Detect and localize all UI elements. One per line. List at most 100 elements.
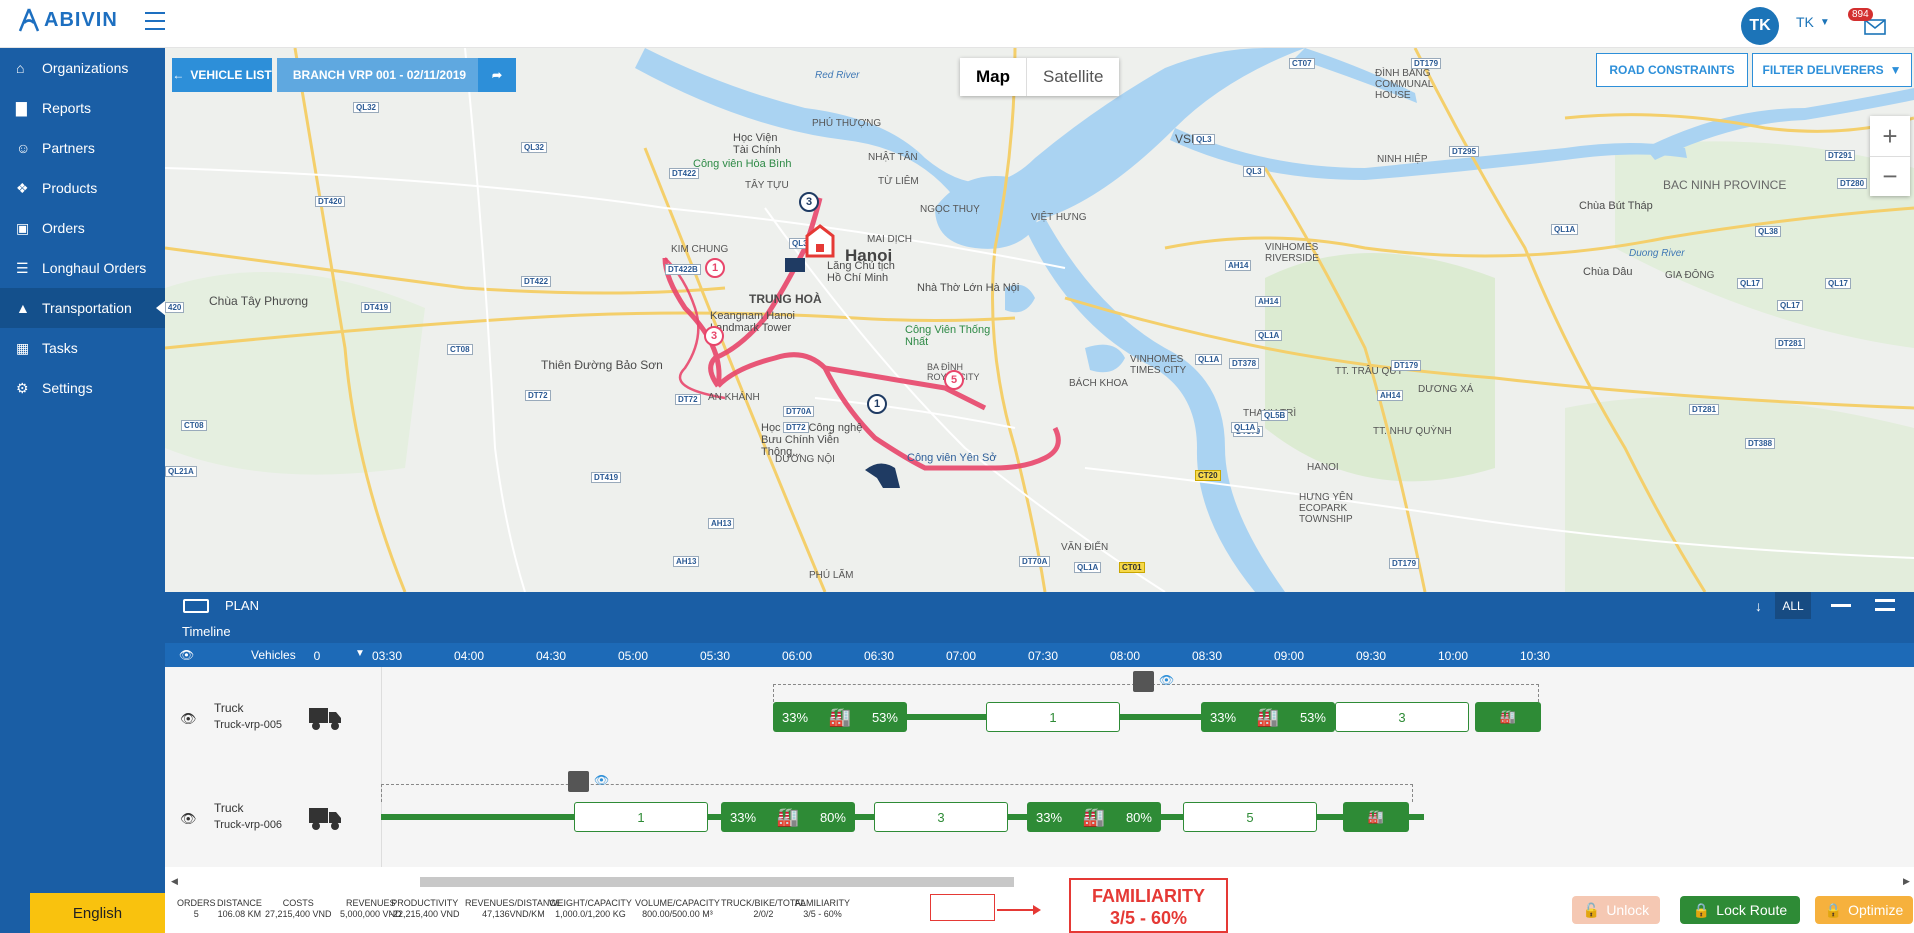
arrow-left-icon: ← <box>172 68 185 82</box>
eye-icon[interactable]: 👁 <box>179 648 194 662</box>
scrollbar-thumb[interactable] <box>420 877 1014 887</box>
sidebar-item-orders[interactable]: ▣ Orders <box>0 208 165 248</box>
return-depot-segment[interactable]: 🏭 <box>1343 802 1409 832</box>
stat-value: -22,215,400 VND <box>390 909 460 919</box>
sidebar-item-label: Products <box>42 180 98 196</box>
timeline-tick: 05:00 <box>617 649 649 663</box>
stat-label: REVENUES/DISTANCE <box>465 898 562 908</box>
vehicle-type: Truck <box>214 701 244 715</box>
delivery-stop-segment[interactable]: 3 <box>874 802 1008 832</box>
warehouse-icon: 🏭 <box>828 706 852 727</box>
load-end: 80% <box>819 809 846 825</box>
vehicle-name: Truck-vrp-005 <box>214 719 283 731</box>
horizontal-scrollbar[interactable]: ◀ ▶ <box>165 876 1914 888</box>
chevron-down-icon: ▼ <box>1819 16 1830 28</box>
scroll-left-icon[interactable]: ◀ <box>171 876 178 887</box>
return-depot-segment[interactable]: 🏭 <box>1475 702 1541 732</box>
eye-icon[interactable]: 👁 <box>180 811 197 827</box>
stat-value: 27,215,400 VND <box>265 909 332 919</box>
trip-bracket <box>381 784 1413 802</box>
branch-selector[interactable]: BRANCH VRP 001 - 02/11/2019 <box>277 58 482 92</box>
sidebar-item-reports[interactable]: ▇ Reports <box>0 88 165 128</box>
road-constraints-button[interactable]: ROAD CONSTRAINTS <box>1596 53 1748 87</box>
collapse-view-icon[interactable] <box>1831 604 1851 607</box>
sidebar-item-settings[interactable]: ⚙ Settings <box>0 368 165 408</box>
lock-route-button[interactable]: 🔒 Lock Route <box>1680 896 1800 924</box>
unlock-icon: 🔓 <box>1582 901 1601 918</box>
map-type-map[interactable]: Map <box>960 58 1026 96</box>
timeline-tick: 09:00 <box>1273 649 1305 663</box>
chart-icon: ▇ <box>16 99 27 116</box>
zoom-in-button[interactable]: + <box>1870 116 1910 156</box>
share-icon[interactable]: ➦ <box>478 58 516 92</box>
expand-view-icon[interactable] <box>1875 599 1895 611</box>
sidebar-item-transportation[interactable]: ▲ Transportation <box>0 288 166 328</box>
route-stop-marker[interactable]: 1 <box>867 394 887 414</box>
depot-load-segment[interactable]: 33% 🏭 53% <box>1201 702 1335 732</box>
sidebar-item-products[interactable]: ❖ Products <box>0 168 165 208</box>
load-start: 33% <box>1210 709 1237 725</box>
eye-icon[interactable]: 👁 <box>1159 673 1174 687</box>
delivery-stop-segment[interactable]: 1 <box>986 702 1120 732</box>
vehicles-label: Vehicles <box>251 648 296 662</box>
scroll-right-icon[interactable]: ▶ <box>1903 876 1910 887</box>
load-end: 53% <box>1299 709 1326 725</box>
load-end: 80% <box>1125 809 1152 825</box>
stat-costs: COSTS 27,215,400 VND <box>265 898 332 920</box>
vehicle-row: 👁 Truck Truck-vrp-006 👁 1 33% 🏭 80% 3 33% 🏭 80%… <box>165 767 1914 867</box>
user-name: TK <box>1796 14 1814 30</box>
sidebar-item-tasks[interactable]: ▦ Tasks <box>0 328 165 368</box>
delivery-stop-segment[interactable]: 5 <box>1183 802 1317 832</box>
stat-volume-capacity: VOLUME/CAPACITY 800.00/500.00 M³ <box>635 898 720 920</box>
route-stop-marker[interactable]: 3 <box>704 326 724 346</box>
stat-label: PRODUCTIVITY <box>391 898 459 908</box>
user-menu[interactable]: TK ▼ <box>1796 14 1830 30</box>
cubes-icon: ▣ <box>16 219 30 236</box>
delivery-stop-segment[interactable]: 1 <box>574 802 708 832</box>
zoom-out-button[interactable]: − <box>1870 156 1910 196</box>
menu-toggle-icon[interactable] <box>145 12 165 30</box>
sidebar-item-partners[interactable]: ☺ Partners <box>0 128 165 168</box>
truck-icon <box>309 708 341 730</box>
route-map[interactable]: Hanoi TRUNG HOÀ Công viên Hòa Bình Chùa … <box>165 48 1914 592</box>
sort-down-icon[interactable]: ↓ <box>1755 598 1762 614</box>
stat-value: 3/5 - 60% <box>803 909 842 919</box>
depot-load-segment[interactable]: 33% 🏭 80% <box>1027 802 1161 832</box>
unlock-button[interactable]: 🔓 Unlock <box>1572 896 1660 924</box>
eye-icon[interactable]: 👁 <box>180 711 197 727</box>
stat-label: ORDERS <box>177 898 216 908</box>
route-stop-marker[interactable]: 1 <box>705 258 725 278</box>
sidebar-item-organizations[interactable]: ⌂ Organizations <box>0 48 165 88</box>
eye-icon[interactable]: 👁 <box>594 773 609 787</box>
abivin-logo-icon <box>18 8 40 32</box>
notification-badge: 894 <box>1848 8 1873 21</box>
optimize-button[interactable]: 🔒 Optimize <box>1815 896 1913 924</box>
route-stop-marker[interactable]: 3 <box>799 192 819 212</box>
sidebar-item-longhaul-orders[interactable]: ☰ Longhaul Orders <box>0 248 165 288</box>
timeline-tick: 07:30 <box>1027 649 1059 663</box>
timeline-header: Timeline <box>165 619 1914 643</box>
map-type-satellite[interactable]: Satellite <box>1026 58 1119 96</box>
vehicles-dropdown-icon[interactable]: ▼ <box>355 648 365 659</box>
route-stop-marker[interactable]: 5 <box>944 370 964 390</box>
timeline-tick: 07:00 <box>945 649 977 663</box>
toggle-panel-icon[interactable] <box>183 598 209 613</box>
familiarity-callout: FAMILIARITY 3/5 - 60% <box>1069 878 1228 933</box>
depot-load-segment[interactable]: 33% 🏭 53% <box>773 702 907 732</box>
depot-load-segment[interactable]: 33% 🏭 80% <box>721 802 855 832</box>
stat-value: 5 <box>193 909 199 919</box>
view-all-button[interactable]: ALL <box>1775 592 1811 619</box>
brand-name: ABIVIN <box>44 8 118 31</box>
vehicle-list-button[interactable]: ← VEHICLE LIST <box>172 58 272 92</box>
brand-logo[interactable]: ABIVIN <box>18 8 118 32</box>
vehicle-rows: 👁 Truck Truck-vrp-005 👁 33% 🏭 53% 1 33% 🏭 53% 3… <box>165 667 1914 867</box>
driver-icon[interactable] <box>568 771 589 792</box>
language-selector[interactable]: English <box>30 893 165 933</box>
timeline-columns: 👁 Vehicles ▼ 0 03:30 04:00 04:30 05:00 05:30 0… <box>165 643 1914 667</box>
sidebar-item-label: Organizations <box>42 60 129 76</box>
timeline-tick: 08:00 <box>1109 649 1141 663</box>
driver-icon[interactable] <box>1133 671 1154 692</box>
delivery-stop-segment[interactable]: 3 <box>1335 702 1469 732</box>
filter-deliverers-button[interactable]: FILTER DELIVERERS ▼ <box>1752 53 1912 87</box>
user-avatar[interactable]: TK <box>1741 7 1779 45</box>
